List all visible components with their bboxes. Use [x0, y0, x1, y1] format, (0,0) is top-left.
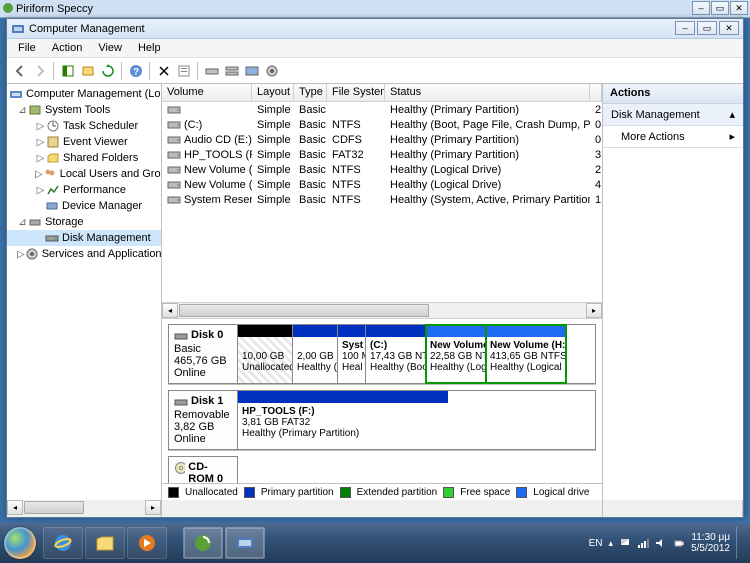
partition[interactable]: New Volume22,58 GB NTFHealthy (Log: [426, 325, 486, 383]
menubar: File Action View Help: [7, 39, 743, 58]
taskbar-speccy[interactable]: [183, 527, 223, 559]
chevron-right-icon: ▸: [729, 130, 735, 143]
table-row[interactable]: (C:)SimpleBasicNTFSHealthy (Boot, Page F…: [162, 117, 602, 132]
options-button[interactable]: [79, 62, 96, 79]
table-row[interactable]: HP_TOOLS (F:)SimpleBasicFAT32Healthy (Pr…: [162, 147, 602, 162]
taskbar-mmc[interactable]: [225, 527, 265, 559]
collapse-icon: ▴: [729, 108, 735, 121]
tree-services[interactable]: ▷Services and Applications: [7, 246, 161, 262]
disk-view2-button[interactable]: [223, 62, 240, 79]
delete-button[interactable]: [155, 62, 172, 79]
show-hide-button[interactable]: [59, 62, 76, 79]
parent-close-button[interactable]: ✕: [730, 1, 748, 15]
tray-clock[interactable]: 11:30 μμ 5/5/2012: [691, 532, 730, 554]
window-title: Computer Management: [29, 23, 145, 35]
disk-1-partitions: HP_TOOLS (F:)3,81 GB FAT32Healthy (Prima…: [238, 390, 596, 450]
disk-view1-button[interactable]: [203, 62, 220, 79]
taskbar-wmp[interactable]: [127, 527, 167, 559]
tray-chevron-icon[interactable]: ▴: [609, 538, 614, 549]
col-type[interactable]: Type: [294, 84, 327, 101]
table-row[interactable]: System ReservedSimpleBasicNTFSHealthy (S…: [162, 192, 602, 207]
partition[interactable]: 2,00 GBHealthy (R: [293, 325, 338, 383]
properties-button[interactable]: [175, 62, 192, 79]
tree-performance[interactable]: ▷Performance: [7, 182, 161, 198]
actions-header: Actions: [603, 84, 743, 104]
mmc-icon: [11, 22, 25, 36]
col-last[interactable]: [590, 84, 602, 101]
volume-list: SimpleBasicHealthy (Primary Partition)2(…: [162, 102, 602, 302]
volume-list-header: Volume Layout Type File System Status: [162, 84, 602, 102]
partition[interactable]: (C:)17,43 GB NTFHealthy (Boo: [366, 325, 426, 383]
col-layout[interactable]: Layout: [252, 84, 294, 101]
refresh-button[interactable]: [99, 62, 116, 79]
start-button[interactable]: [0, 523, 40, 563]
legend: Unallocated Primary partition Extended p…: [162, 483, 602, 500]
tree-scrollbar[interactable]: ◂ ▸: [7, 500, 162, 517]
computer-management-window: Computer Management – ▭ ✕ File Action Vi…: [6, 18, 744, 518]
col-status[interactable]: Status: [385, 84, 590, 101]
tree-event-viewer[interactable]: ▷Event Viewer: [7, 134, 161, 150]
menu-view[interactable]: View: [91, 40, 129, 56]
disk-view3-button[interactable]: [243, 62, 260, 79]
table-row[interactable]: New Volume (G:)SimpleBasicNTFSHealthy (L…: [162, 162, 602, 177]
minimize-button[interactable]: –: [675, 21, 695, 35]
tree-shared-folders[interactable]: ▷Shared Folders: [7, 150, 161, 166]
actions-pane: Actions Disk Management▴ More Actions▸: [603, 84, 743, 500]
speccy-icon: [2, 2, 14, 14]
tree-disk-management[interactable]: Disk Management: [7, 230, 161, 246]
table-row[interactable]: Audio CD (E:)SimpleBasicCDFSHealthy (Pri…: [162, 132, 602, 147]
actions-more[interactable]: More Actions▸: [603, 126, 743, 148]
table-row[interactable]: SimpleBasicHealthy (Primary Partition)2: [162, 102, 602, 117]
table-row[interactable]: New Volume (H:)SimpleBasicNTFSHealthy (L…: [162, 177, 602, 192]
menu-action[interactable]: Action: [45, 40, 90, 56]
help-button[interactable]: ?: [127, 62, 144, 79]
partition[interactable]: New Volume (H:)413,65 GB NTFSHealthy (Lo…: [486, 325, 566, 383]
tree-storage[interactable]: ⊿Storage: [7, 214, 161, 230]
disk-icon: [174, 395, 188, 409]
disk-1-row: Disk 1 Removable 3,82 GB Online HP_TOOLS…: [168, 390, 596, 451]
partition[interactable]: 10,00 GBUnallocated: [238, 325, 293, 383]
disk-0-partitions: 10,00 GBUnallocated2,00 GBHealthy (RSyst…: [238, 324, 596, 384]
tree-local-users[interactable]: ▷Local Users and Groups: [7, 166, 161, 182]
disk-settings-button[interactable]: [263, 62, 280, 79]
menu-file[interactable]: File: [11, 40, 43, 56]
partition[interactable]: Syst100 MHeal: [338, 325, 366, 383]
tray-lang[interactable]: EN: [589, 538, 603, 549]
close-button[interactable]: ✕: [719, 21, 739, 35]
volume-list-scrollbar[interactable]: ◂ ▸: [162, 302, 602, 318]
tree-task-scheduler[interactable]: ▷Task Scheduler: [7, 118, 161, 134]
show-desktop-button[interactable]: [736, 527, 744, 559]
taskbar-explorer[interactable]: [85, 527, 125, 559]
tree-root[interactable]: Computer Management (Local): [7, 86, 161, 102]
tray-action-center-icon[interactable]: [619, 537, 631, 549]
parent-minimize-button[interactable]: –: [692, 1, 710, 15]
tree-system-tools[interactable]: ⊿System Tools: [7, 102, 161, 118]
taskbar: EN ▴ 11:30 μμ 5/5/2012: [0, 523, 750, 563]
tree-device-manager[interactable]: Device Manager: [7, 198, 161, 214]
actions-disk-management[interactable]: Disk Management▴: [603, 104, 743, 126]
cdrom-icon: [174, 461, 185, 475]
col-fs[interactable]: File System: [327, 84, 385, 101]
disk-0-row: Disk 0 Basic 465,76 GB Online 10,00 GBUn…: [168, 324, 596, 385]
toolbar: ?: [7, 58, 743, 84]
taskbar-ie[interactable]: [43, 527, 83, 559]
forward-button[interactable]: [31, 62, 48, 79]
tray-network-icon[interactable]: [637, 537, 649, 549]
nav-tree: Computer Management (Local) ⊿System Tool…: [7, 84, 162, 500]
tray-power-icon[interactable]: [673, 537, 685, 549]
partition[interactable]: HP_TOOLS (F:)3,81 GB FAT32Healthy (Prima…: [238, 391, 448, 449]
back-button[interactable]: [11, 62, 28, 79]
menu-help[interactable]: Help: [131, 40, 168, 56]
svg-text:?: ?: [132, 67, 138, 78]
col-volume[interactable]: Volume: [162, 84, 252, 101]
maximize-button[interactable]: ▭: [697, 21, 717, 35]
cdrom-row: CD-ROM 0 DVD (D:) No Media: [168, 456, 596, 483]
parent-maximize-button[interactable]: ▭: [711, 1, 729, 15]
tray-volume-icon[interactable]: [655, 537, 667, 549]
disk-icon: [174, 329, 188, 343]
